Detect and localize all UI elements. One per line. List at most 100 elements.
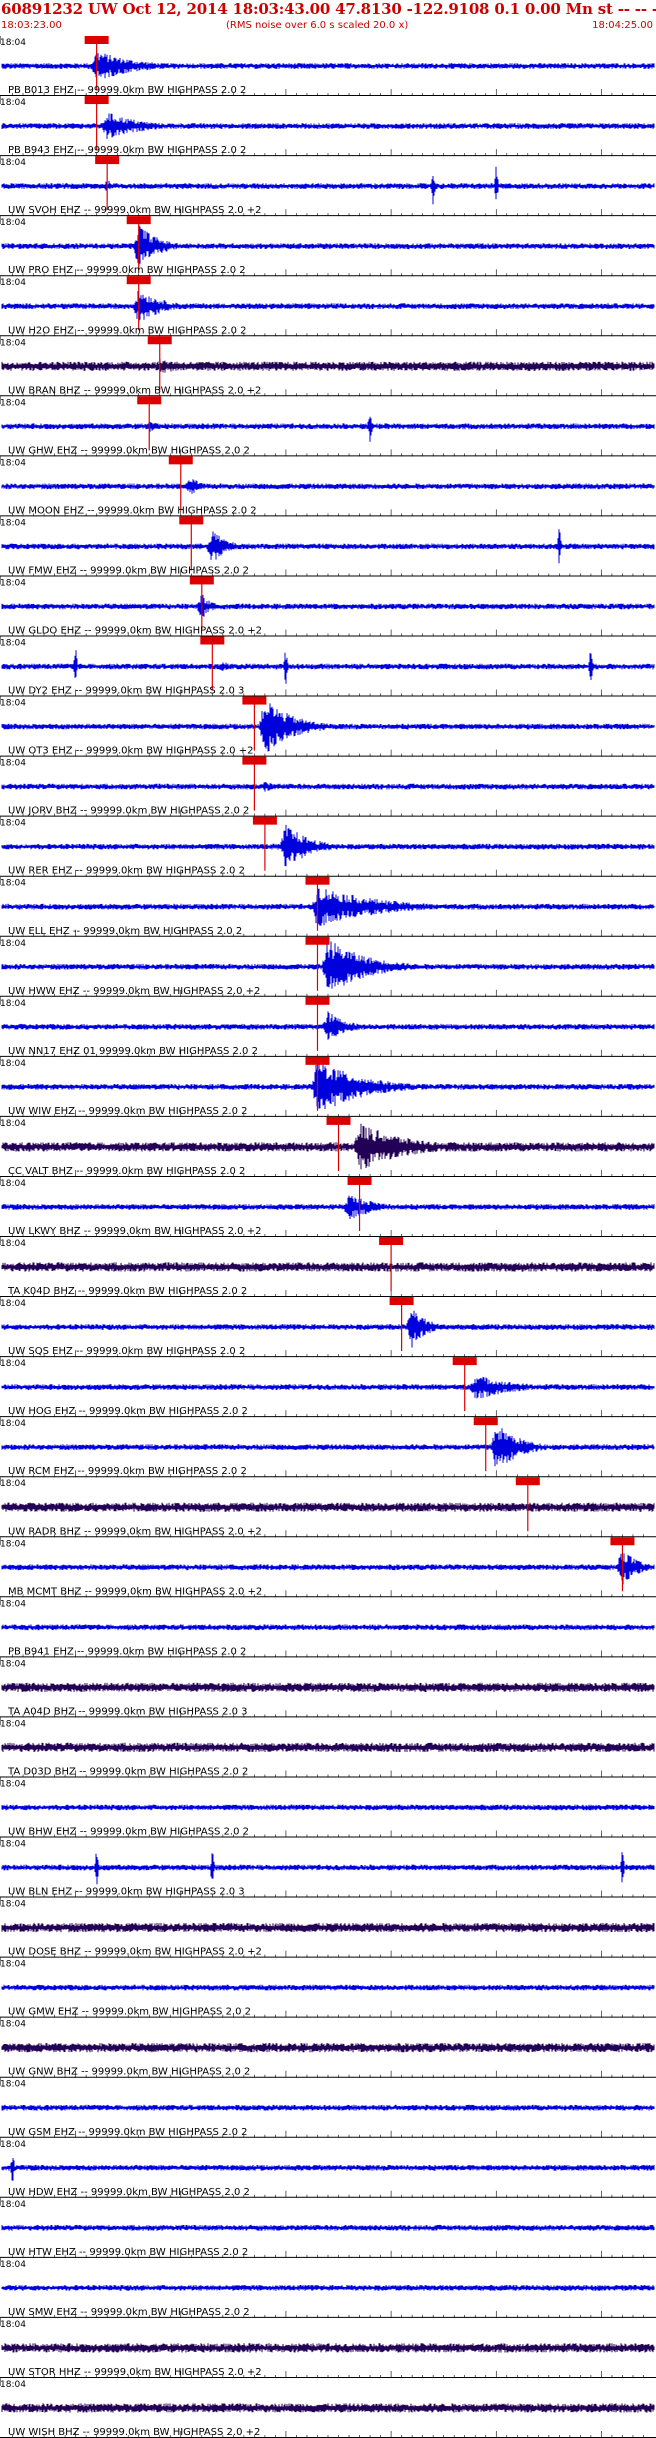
time-tick-label: 18:04	[0, 38, 26, 48]
station-label: UW PRO EHZ -- 99999.0km BW HIGHPASS 2.0 …	[8, 265, 246, 276]
trace-12: 18:04 UW JORV BHZ -- 99999.0km BW HIGHPAS…	[0, 756, 656, 817]
waveform	[1, 2285, 655, 2291]
time-tick-label: 18:04	[0, 338, 26, 348]
time-tick-label: 18:04	[0, 2020, 26, 2030]
pick-box	[95, 156, 120, 165]
pick-box	[252, 816, 277, 825]
seismogram-plot: 18:04 PB B013 EHZ -- 99999.0km BW HIGHPAS…	[0, 36, 656, 2438]
pick-box	[179, 516, 204, 525]
trace-28: 18:04 TA D03D BHZ -- 99999.0km BW HIGHPAS…	[0, 1717, 656, 1778]
station-label: PB B941 EHZ -- 99999.0km BW HIGHPASS 2.0…	[8, 1646, 246, 1657]
pick-box	[452, 1357, 477, 1366]
pick-box	[242, 696, 267, 705]
trace-18: 18:04 CC VALT BHZ -- 99999.0km BW HIGHPAS…	[0, 1116, 656, 1177]
time-tick-label: 18:04	[0, 2080, 26, 2090]
time-tick-label: 18:04	[0, 759, 26, 769]
time-tick-label: 18:04	[0, 1359, 26, 1369]
trace-11: 18:04 UW OT3 EHZ -- 99999.0km BW HIGHPASS…	[0, 696, 656, 757]
station-label: TA K04D BHZ -- 99999.0km BW HIGHPASS 2.0…	[7, 1286, 247, 1297]
end-time-label: 18:04:25.00	[592, 20, 653, 31]
waveform	[1, 824, 655, 867]
time-tick-label: 18:04	[0, 98, 26, 108]
pick-box	[84, 96, 109, 105]
time-tick-label: 18:04	[0, 518, 26, 528]
trace-33: 18:04 UW GNW BHZ -- 99999.0km BW HIGHPASS…	[0, 2017, 656, 2078]
station-label: UW BRAN BHZ -- 99999.0km BW HIGHPASS 2.0…	[8, 385, 261, 396]
waveform	[1, 1376, 655, 1399]
time-tick-label: 18:04	[0, 278, 26, 288]
waveform	[1, 888, 655, 926]
station-label: UW ELL EHZ -- 99999.0km BW HIGHPASS 2.0 …	[8, 926, 242, 937]
waveform	[1, 1624, 655, 1631]
station-label: UW HWW EHZ -- 99999.0km BW HIGHPASS 2.0 …	[8, 986, 260, 997]
trace-26: 18:04 PB B941 EHZ -- 99999.0km BW HIGHPAS…	[0, 1597, 656, 1658]
waveform	[1, 1804, 655, 1811]
waveform	[1, 1922, 655, 1933]
waveform	[1, 1742, 655, 1753]
time-tick-label: 18:04	[0, 2380, 26, 2390]
station-label: UW JORV BHZ -- 99999.0km BW HIGHPASS 2.0…	[8, 806, 249, 817]
waveform	[1, 2343, 655, 2353]
trace-19: 18:04 UW LKWY BHZ -- 99999.0km BW HIGHPAS…	[0, 1176, 656, 1237]
pick-box	[168, 456, 193, 465]
pick-box	[242, 756, 267, 765]
pick-box	[473, 1417, 498, 1426]
waveform	[1, 2158, 655, 2181]
trace-24: 18:04 UW RADR BHZ -- 99999.0km BW HIGHPAS…	[0, 1477, 656, 1538]
station-label: UW OT3 EHZ -- 99999.0km BW HIGHPASS 2.0 …	[8, 746, 253, 757]
station-label: UW RCM EHZ -- 99999.0km BW HIGHPASS 2.0 …	[8, 1466, 247, 1477]
waveform	[1, 225, 655, 267]
waveform	[1, 2224, 655, 2231]
event-title: 60891232 UW Oct 12, 2014 18:03:43.00 47.…	[1, 0, 656, 18]
pick-box	[347, 1176, 372, 1185]
trace-9: 18:04 UW GLDO EHZ -- 99999.0km BW HIGHPAS…	[0, 576, 656, 637]
time-tick-label: 18:04	[0, 699, 26, 709]
time-tick-label: 18:04	[0, 1539, 26, 1549]
pick-box	[305, 876, 330, 885]
trace-37: 18:04 UW SMW EHZ -- 99999.0km BW HIGHPASS…	[0, 2257, 656, 2318]
station-label: CC VALT BHZ -- 99999.0km BW HIGHPASS 2.0…	[8, 1166, 245, 1177]
waveform	[1, 416, 655, 442]
pick-box	[126, 216, 151, 225]
waveform	[1, 53, 655, 79]
time-tick-label: 18:04	[0, 1840, 26, 1850]
time-tick-label: 18:04	[0, 1299, 26, 1309]
time-tick-label: 18:04	[0, 1479, 26, 1489]
waveform	[1, 941, 655, 989]
waveform	[1, 1310, 655, 1348]
trace-32: 18:04 UW GMW EHZ -- 99999.0km BW HIGHPASS…	[0, 1957, 656, 2018]
pick-box	[305, 996, 330, 1005]
trace-39: 18:04 UW WISH BHZ -- 99999.0km BW HIGHPAS…	[0, 2377, 656, 2438]
time-tick-label: 18:04	[0, 1239, 26, 1249]
trace-36: 18:04 UW HTW EHZ -- 99999.0km BW HIGHPASS…	[0, 2197, 656, 2258]
trace-3: 18:04 UW PRO EHZ -- 99999.0km BW HIGHPASS…	[0, 216, 656, 276]
pick-box	[610, 1537, 635, 1546]
trace-22: 18:04 UW HOG EHZ -- 99999.0km BW HIGHPASS…	[0, 1357, 656, 1418]
waveform	[1, 1984, 655, 1991]
station-label: TA A04D BHZ -- 99999.0km BW HIGHPASS 2.0…	[7, 1706, 248, 1717]
station-label: UW GLDO EHZ -- 99999.0km BW HIGHPASS 2.0…	[8, 626, 262, 637]
trace-7: 18:04 UW MOON EHZ -- 99999.0km BW HIGHPAS…	[0, 456, 656, 516]
time-tick-label: 18:04	[0, 1119, 26, 1129]
trace-13: 18:04 UW RER EHZ -- 99999.0km BW HIGHPASS…	[0, 816, 656, 877]
pick-box	[147, 336, 172, 345]
station-label: UW BHW EHZ -- 99999.0km BW HIGHPASS 2.0 …	[8, 1827, 249, 1838]
station-label: UW WISH BHZ -- 99999.0km BW HIGHPASS 2.0…	[8, 2427, 260, 2438]
station-label: UW HDW EHZ -- 99999.0km BW HIGHPASS 2.0 …	[8, 2187, 250, 2198]
time-tick-label: 18:04	[0, 1419, 26, 1429]
pick-box	[379, 1237, 404, 1245]
waveform	[1, 1262, 655, 1272]
station-label: PB B013 EHZ -- 99999.0km BW HIGHPASS 2.0…	[8, 85, 246, 96]
station-label: PB B943 EHZ -- 99999.0km BW HIGHPASS 2.0…	[8, 145, 246, 156]
station-label: UW GMW EHZ -- 99999.0km BW HIGHPASS 2.0 …	[8, 2007, 251, 2018]
waveform	[1, 529, 655, 564]
station-label: UW DOSE BHZ -- 99999.0km BW HIGHPASS 2.0…	[8, 1947, 262, 1958]
station-label: UW GHW EHZ -- 99999.0km BW HIGHPASS 2.0 …	[8, 445, 250, 456]
trace-25: 18:04 MB MCMT BHZ -- 99999.0km BW HIGHPAS…	[0, 1537, 656, 1598]
pick-box	[305, 936, 330, 945]
time-tick-label: 18:04	[0, 2140, 26, 2150]
waveform	[1, 1852, 655, 1885]
time-tick-label: 18:04	[0, 1719, 26, 1729]
time-tick-label: 18:04	[0, 158, 26, 168]
time-tick-label: 18:04	[0, 1960, 26, 1970]
